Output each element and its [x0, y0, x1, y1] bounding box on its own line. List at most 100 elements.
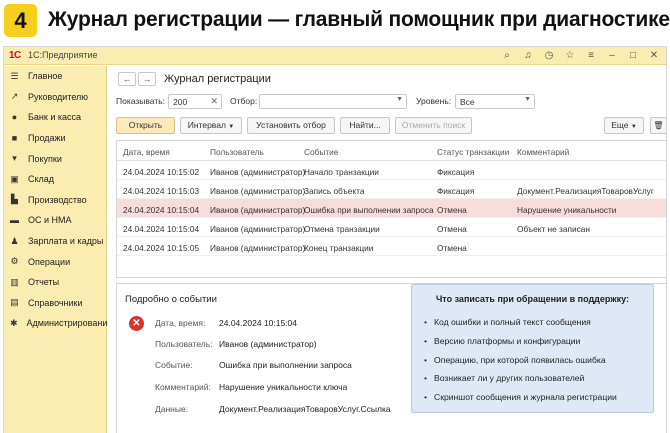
minimize-icon[interactable]: –: [606, 49, 618, 62]
chevron-down-icon: ▼: [228, 124, 235, 130]
cell-event: Отмена транзакции: [304, 224, 380, 234]
app-window: 1С 1С:Предприятие ⌕ ♫ ◷ ☆ ≡ – □ ✕ ☰ Главн…: [3, 46, 667, 433]
sidebar-item-warehouse[interactable]: ▣ Склад: [4, 169, 106, 190]
forward-button[interactable]: →: [138, 72, 156, 86]
bell-icon[interactable]: ♫: [522, 49, 534, 62]
sidebar-item-purchases[interactable]: ▾ Покупки: [4, 148, 106, 169]
table-row-error[interactable]: 24.04.2024 10:15:04 Иванов (администрато…: [117, 199, 666, 218]
list-item: Код ошибки и полный текст сообщения: [424, 313, 617, 332]
table-row[interactable]: 24.04.2024 10:15:03 Иванов (администрато…: [117, 180, 666, 199]
comment-label: Комментарий:: [155, 382, 211, 392]
sidebar-item-label: Руководителю: [28, 91, 89, 102]
sidebar-item-label: Главное: [28, 71, 63, 82]
banner-title: Журнал регистрации — главный помощник пр…: [48, 8, 670, 31]
user-label: Пользователь:: [155, 339, 213, 349]
sidebar-item-label: Продажи: [28, 133, 66, 144]
truck-icon: ▬: [10, 214, 19, 225]
cell-event: Конец транзакции: [304, 243, 374, 253]
cell-user: Иванов (администратор): [210, 186, 306, 196]
cell-event: Запись объекта: [304, 186, 365, 196]
open-button[interactable]: Открыть: [116, 117, 175, 134]
cell-comment: Нарушение уникальности: [517, 205, 617, 215]
column-header[interactable]: Статус транзакции: [437, 147, 509, 157]
level-value: Все: [460, 97, 475, 107]
cell-user: Иванов (администратор): [210, 224, 306, 234]
sidebar-item-sales[interactable]: ■ Продажи: [4, 128, 106, 149]
checklist: Код ошибки и полный текст сообщения Верс…: [424, 313, 617, 407]
set-filter-button[interactable]: Установить отбор: [247, 117, 335, 134]
clear-icon[interactable]: ✕: [210, 96, 218, 107]
level-select[interactable]: Все ▼: [455, 94, 535, 109]
filter-input[interactable]: ▼: [259, 94, 407, 109]
more-button[interactable]: Еще ▼: [604, 117, 644, 134]
person-icon: ♟: [10, 235, 19, 246]
cell-status: Фиксация: [437, 167, 475, 177]
cell-date: 24.04.2024 10:15:02: [123, 167, 200, 177]
cancel-search-button[interactable]: Отменить поиск: [395, 117, 472, 134]
user-value: Иванов (администратор): [219, 339, 317, 349]
table-row[interactable]: 24.04.2024 10:15:04 Иванов (администрато…: [117, 218, 666, 237]
history-icon[interactable]: ◷: [543, 49, 555, 62]
sidebar-item-salary[interactable]: ♟ Зарплата и кадры: [4, 231, 106, 252]
main-panel: ← → Журнал регистрации Показывать: 200 ✕…: [108, 66, 666, 433]
table-header: Дата, время Пользователь Событие Статус …: [117, 141, 666, 161]
event-value: Ошибка при выполнении запроса: [219, 360, 352, 370]
support-checklist: Что записать при обращении в поддержку: …: [411, 284, 654, 413]
sidebar-item-operations[interactable]: ⚙ Операции: [4, 251, 106, 272]
more-label: Еще: [611, 120, 629, 130]
cell-date: 24.04.2024 10:15:03: [123, 186, 200, 196]
close-icon[interactable]: ✕: [648, 49, 660, 62]
sidebar-item-label: Отчеты: [28, 277, 60, 288]
title-bar: 1С 1С:Предприятие ⌕ ♫ ◷ ☆ ≡ – □ ✕: [4, 47, 666, 65]
date-label: Дата, время:: [155, 318, 206, 328]
column-header[interactable]: Событие: [304, 147, 338, 157]
maximize-icon[interactable]: □: [627, 49, 639, 62]
table-row[interactable]: 24.04.2024 10:15:05 Иванов (администрато…: [117, 237, 666, 256]
app-name: 1С:Предприятие: [28, 50, 98, 60]
search-icon[interactable]: ⌕: [501, 49, 513, 62]
sidebar-item-bank[interactable]: ● Банк и касса: [4, 107, 106, 128]
gear-icon: ⚙: [10, 256, 19, 267]
sidebar-item-label: Операции: [28, 256, 71, 267]
sidebar: ☰ Главное ↗ Руководителю ● Банк и касса ■ Пр…: [4, 66, 112, 433]
sidebar-item-assets[interactable]: ▬ ОС и НМА: [4, 210, 106, 231]
cell-comment: Документ.РеализацияТоваровУслуг: [517, 186, 654, 196]
factory-icon: ▙: [11, 194, 18, 205]
bag-icon: ■: [11, 132, 18, 143]
settings-icon: ✱: [10, 317, 18, 328]
sidebar-item-catalogs[interactable]: ▤ Справочники: [4, 293, 106, 314]
sidebar-item-main[interactable]: ☰ Главное: [4, 66, 106, 87]
cell-date: 24.04.2024 10:15:04: [123, 205, 200, 215]
star-icon[interactable]: ☆: [564, 49, 576, 62]
delete-button[interactable]: 🗑: [650, 117, 666, 134]
data-value: Документ.РеализацияТоваровУслуг.Ссылка: [219, 404, 391, 414]
column-header[interactable]: Дата, время: [123, 147, 170, 157]
app-logo: 1С: [9, 50, 21, 61]
sidebar-item-production[interactable]: ▙ Производство: [4, 190, 106, 211]
event-label: Событие:: [155, 360, 193, 370]
toolbar: Открыть Интервал ▼ Установить отбор Найт…: [116, 117, 666, 135]
column-header[interactable]: Комментарий: [517, 147, 569, 157]
step-badge: 4: [4, 4, 37, 37]
find-button[interactable]: Найти...: [340, 117, 390, 134]
cell-event: Ошибка при выполнении запроса: [304, 205, 434, 215]
menu-icon[interactable]: ≡: [585, 49, 597, 62]
show-count-input[interactable]: 200 ✕: [168, 94, 222, 109]
sidebar-item-manager[interactable]: ↗ Руководителю: [4, 87, 106, 108]
data-label: Данные:: [155, 404, 189, 414]
column-header[interactable]: Пользователь: [210, 147, 264, 157]
details-title: Подробно о событии: [125, 294, 217, 305]
cell-user: Иванов (администратор): [210, 205, 306, 215]
book-icon: ▤: [10, 297, 19, 308]
sidebar-item-reports[interactable]: ▥ Отчеты: [4, 272, 106, 293]
sidebar-item-label: Зарплата и кадры: [28, 236, 104, 247]
cell-event: Начало транзакции: [304, 167, 379, 177]
chevron-down-icon: ▼: [396, 96, 403, 103]
table-row[interactable]: 24.04.2024 10:15:02 Иванов (администрато…: [117, 161, 666, 180]
back-button[interactable]: ←: [118, 72, 136, 86]
list-item: Версию платформы и конфигурации: [424, 332, 617, 351]
trash-icon: 🗑: [653, 121, 664, 130]
sidebar-item-admin[interactable]: ✱ Администрирование: [4, 313, 112, 334]
cell-status: Отмена: [437, 224, 467, 234]
interval-button[interactable]: Интервал ▼: [180, 117, 242, 134]
